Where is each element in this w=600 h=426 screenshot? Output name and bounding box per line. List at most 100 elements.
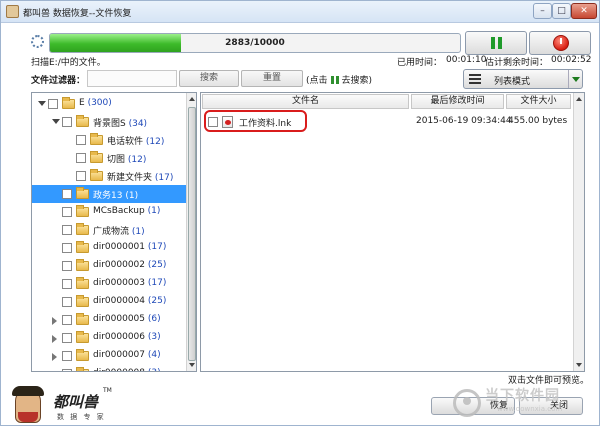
tree-item[interactable]: dir0000001 (17) xyxy=(32,239,186,257)
tree-checkbox[interactable] xyxy=(76,135,86,145)
close-window-button[interactable]: ✕ xyxy=(571,3,597,19)
scroll-up-icon[interactable] xyxy=(576,97,582,101)
stop-button[interactable] xyxy=(529,31,591,55)
collapsed-arrow-icon[interactable] xyxy=(52,335,57,343)
tree-item-label: 政务13 (1) xyxy=(93,188,138,201)
tree-item-count: (17) xyxy=(147,242,167,252)
tree-item-name: dir0000008 xyxy=(93,368,145,371)
tree-checkbox[interactable] xyxy=(62,279,72,289)
tree-checkbox[interactable] xyxy=(76,153,86,163)
mascot-icon xyxy=(12,386,44,423)
collapsed-arrow-icon[interactable] xyxy=(52,317,57,325)
tree-item-count: (17) xyxy=(154,173,174,183)
tree-checkbox[interactable] xyxy=(48,99,58,109)
column-header-size[interactable]: 文件大小 xyxy=(506,94,571,109)
maximize-button[interactable]: □ xyxy=(552,3,571,19)
view-mode-dropdown[interactable]: 列表模式 xyxy=(463,69,583,89)
tree-item[interactable]: 广成物流 (1) xyxy=(32,221,186,239)
folder-icon xyxy=(76,205,89,217)
tree-checkbox[interactable] xyxy=(62,351,72,361)
search-button[interactable]: 搜索 xyxy=(179,70,239,87)
tree-item-name: 背景图S xyxy=(93,119,126,129)
tree-scrollbar[interactable] xyxy=(186,93,196,371)
filter-input[interactable] xyxy=(87,70,177,87)
tree-item[interactable]: 切图 (12) xyxy=(32,149,186,167)
column-header-name[interactable]: 文件名 xyxy=(202,94,409,109)
remaining-time-label: 估计剩余时间： xyxy=(485,58,549,68)
tree-checkbox[interactable] xyxy=(62,333,72,343)
scroll-up-icon[interactable] xyxy=(189,97,195,101)
list-scrollbar[interactable] xyxy=(573,93,584,371)
file-size: 455.00 bytes xyxy=(508,116,568,126)
tree-checkbox[interactable] xyxy=(62,297,72,307)
search-hint-suffix: 去搜索) xyxy=(341,76,373,86)
watermark: 当下软件园 www.downxia.com xyxy=(453,385,593,421)
tree-checkbox[interactable] xyxy=(62,225,72,235)
logo-trademark: TM xyxy=(103,387,112,394)
tree-checkbox[interactable] xyxy=(62,207,72,217)
tree-item-count: (25) xyxy=(147,296,167,306)
scroll-down-icon[interactable] xyxy=(576,363,582,367)
tree-item[interactable]: 背景图S (34) xyxy=(32,113,186,131)
folder-icon xyxy=(76,259,89,271)
minimize-button[interactable]: – xyxy=(533,3,552,19)
tree-item-count: (3) xyxy=(147,332,161,342)
folder-icon xyxy=(76,277,89,289)
tree-item[interactable]: 政务13 (1) xyxy=(32,185,186,203)
expanded-arrow-icon[interactable] xyxy=(38,101,46,106)
tree-item-name: 新建文件夹 xyxy=(107,173,153,183)
tree-checkbox[interactable] xyxy=(62,243,72,253)
search-hint-prefix: (点击 xyxy=(306,76,328,86)
tree-item[interactable]: 新建文件夹 (17) xyxy=(32,167,186,185)
tree-item[interactable]: dir0000007 (4) xyxy=(32,347,186,365)
tree-item[interactable]: dir0000008 (3) xyxy=(32,365,186,372)
tree-item-label: 切图 (12) xyxy=(107,152,146,165)
folder-icon xyxy=(90,169,103,181)
tree-item[interactable]: dir0000005 (6) xyxy=(32,311,186,329)
tree-checkbox[interactable] xyxy=(62,261,72,271)
tree-item-name: dir0000001 xyxy=(93,242,145,252)
collapsed-arrow-icon[interactable] xyxy=(52,353,57,361)
tree-item[interactable]: dir0000006 (3) xyxy=(32,329,186,347)
watermark-url: www.downxia.com xyxy=(497,405,563,413)
tree-item[interactable]: dir0000003 (17) xyxy=(32,275,186,293)
pause-hint-icon xyxy=(330,76,339,84)
dropdown-arrow-icon[interactable] xyxy=(568,70,583,88)
tree-item-name: dir0000005 xyxy=(93,314,145,324)
folder-icon xyxy=(76,187,89,199)
tree-item[interactable]: 电话软件 (12) xyxy=(32,131,186,149)
tree-checkbox[interactable] xyxy=(62,369,72,371)
tree-checkbox[interactable] xyxy=(76,171,86,181)
tree-item-count: (25) xyxy=(147,260,167,270)
view-mode-label: 列表模式 xyxy=(494,77,531,87)
reset-button[interactable]: 重置 xyxy=(241,70,303,87)
tree-item-label: dir0000007 (4) xyxy=(93,350,161,360)
tree-item-name: dir0000002 xyxy=(93,260,145,270)
tree-item[interactable]: E (300) xyxy=(32,95,186,113)
tree-item[interactable]: MCsBackup (1) xyxy=(32,203,186,221)
tree-item-count: (12) xyxy=(127,155,147,165)
tree-item-label: dir0000002 (25) xyxy=(93,260,166,270)
pause-icon xyxy=(491,37,503,49)
tree-checkbox[interactable] xyxy=(62,117,72,127)
pause-button[interactable] xyxy=(465,31,527,55)
file-list: 文件名 最后修改时间 文件大小 工作资料.lnk 2015-06-19 09:3… xyxy=(200,92,585,372)
tree-checkbox[interactable] xyxy=(62,189,72,199)
scroll-thumb[interactable] xyxy=(188,107,196,361)
scroll-down-icon[interactable] xyxy=(189,363,195,367)
tree-checkbox[interactable] xyxy=(62,315,72,325)
tree-item[interactable]: dir0000002 (25) xyxy=(32,257,186,275)
tree-item-count: (300) xyxy=(87,98,112,108)
tree-item-count: (1) xyxy=(131,227,145,237)
tree-item-label: dir0000006 (3) xyxy=(93,332,161,342)
collapsed-arrow-icon[interactable] xyxy=(52,371,57,372)
tree-item-label: dir0000001 (17) xyxy=(93,242,166,252)
remaining-time-value: 00:02:52 xyxy=(551,55,592,65)
tree-item[interactable]: dir0000004 (25) xyxy=(32,293,186,311)
app-window: 都叫兽 数据恢复--文件恢复 – □ ✕ 2883/10000 扫描E:/中的文… xyxy=(0,0,600,426)
column-header-modified[interactable]: 最后修改时间 xyxy=(411,94,504,109)
tree-item-count: (6) xyxy=(147,314,161,324)
expanded-arrow-icon[interactable] xyxy=(52,119,60,124)
highlight-annotation xyxy=(204,110,307,132)
filter-label: 文件过滤器： xyxy=(31,76,86,86)
